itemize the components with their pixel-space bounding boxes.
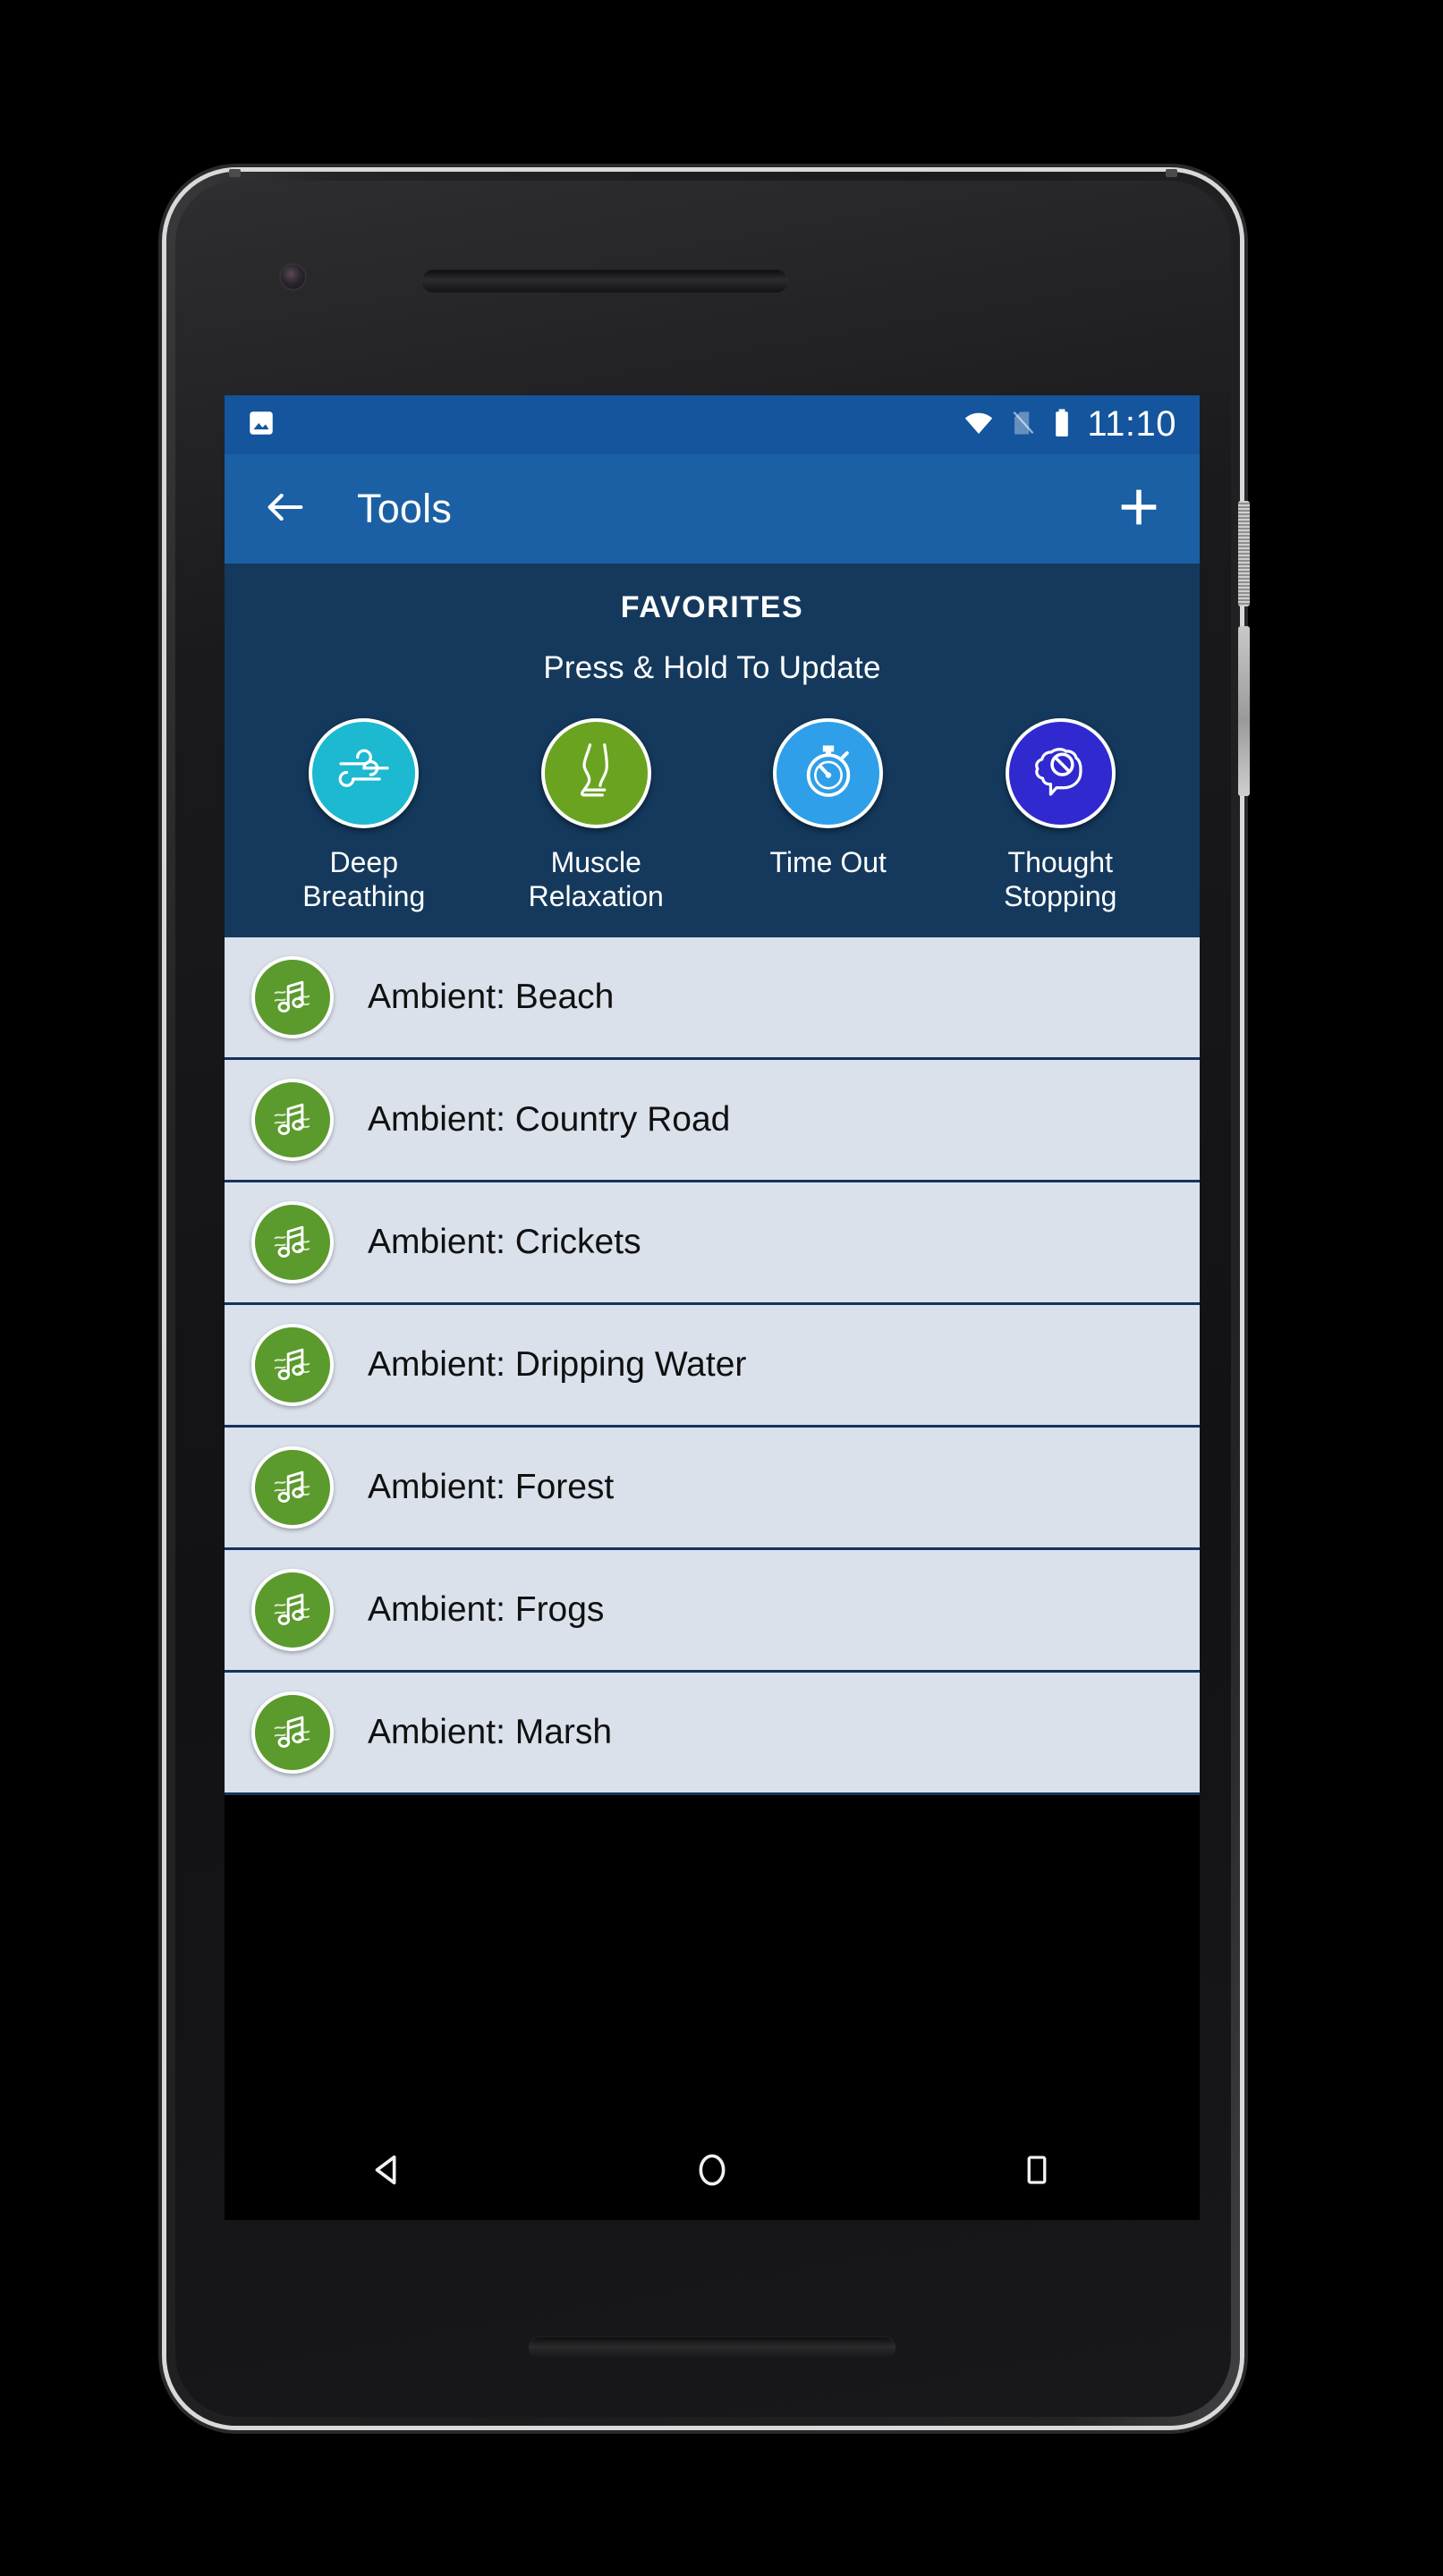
favorite-muscle-relaxation[interactable]: Muscle Relaxation	[497, 718, 694, 914]
wind-icon	[329, 736, 399, 810]
favorite-icon-circle	[1005, 718, 1116, 828]
status-bar-system-icons: 11:10	[962, 406, 1176, 444]
tools-list: Ambient: Beach Ambient: Country Road Amb…	[225, 936, 1200, 1795]
list-item-label: Ambient: Dripping Water	[368, 1344, 747, 1384]
battery-full-icon	[1051, 408, 1073, 443]
nav-recents-button[interactable]	[974, 2123, 1099, 2220]
list-item-label: Ambient: Crickets	[368, 1222, 641, 1261]
status-bar-notifications	[246, 408, 276, 443]
favorite-icon-circle	[773, 718, 884, 828]
android-nav-bar	[225, 2123, 1200, 2220]
favorite-label: Thought Stopping	[1004, 846, 1117, 912]
list-item[interactable]: Ambient: Marsh	[225, 1672, 1200, 1795]
music-note-icon	[251, 1078, 334, 1161]
page-title: Tools	[357, 486, 453, 531]
back-button[interactable]	[257, 480, 314, 538]
stopwatch-icon	[795, 738, 862, 809]
no-sim-icon	[1010, 408, 1037, 443]
music-note-icon	[251, 955, 334, 1038]
favorite-time-out[interactable]: Time Out	[730, 718, 927, 880]
arrow-back-icon	[262, 484, 309, 535]
power-button[interactable]	[1238, 501, 1250, 606]
list-item[interactable]: Ambient: Frogs	[225, 1549, 1200, 1673]
list-item[interactable]: Ambient: Country Road	[225, 1059, 1200, 1182]
favorite-thought-stopping[interactable]: Thought Stopping	[962, 718, 1159, 914]
music-note-icon	[251, 1568, 334, 1651]
status-bar-clock: 11:10	[1087, 404, 1176, 444]
favorite-label: Muscle Relaxation	[528, 846, 664, 912]
favorite-label: Deep Breathing	[302, 846, 426, 912]
wifi-icon	[962, 408, 996, 443]
favorites-panel: FAVORITES Press & Hold To Update Deep Br…	[225, 564, 1200, 937]
earpiece-speaker	[421, 269, 788, 292]
list-item-label: Ambient: Frogs	[368, 1589, 605, 1629]
nav-recents-square-icon	[1018, 2151, 1056, 2193]
music-note-icon	[251, 1323, 334, 1406]
nav-home-circle-icon	[692, 2149, 733, 2195]
favorites-subheading: Press & Hold To Update	[543, 650, 881, 685]
phone-device: 11:10 Tools FAVORITES Press & Hold To Up…	[166, 169, 1250, 2426]
nav-home-button[interactable]	[649, 2123, 775, 2220]
add-button[interactable]	[1110, 480, 1167, 538]
antenna-band-left	[229, 169, 241, 177]
app-bar: Tools	[225, 454, 1200, 564]
front-camera	[281, 265, 305, 289]
music-note-icon	[251, 1690, 334, 1774]
antenna-band-right	[1166, 169, 1177, 177]
favorite-label: Time Out	[769, 846, 887, 878]
screenshot-stage: 11:10 Tools FAVORITES Press & Hold To Up…	[0, 0, 1443, 2576]
nav-back-triangle-icon	[367, 2149, 408, 2195]
plus-icon	[1113, 481, 1165, 538]
image-notification-icon	[246, 408, 276, 443]
music-note-icon	[251, 1200, 334, 1284]
nav-back-button[interactable]	[325, 2123, 450, 2220]
favorite-icon-circle	[309, 718, 420, 828]
list-item[interactable]: Ambient: Beach	[225, 936, 1200, 1060]
phone-bezel: 11:10 Tools FAVORITES Press & Hold To Up…	[175, 181, 1231, 2417]
bottom-speaker	[529, 2336, 896, 2360]
list-item-label: Ambient: Country Road	[368, 1099, 731, 1139]
list-item-label: Ambient: Forest	[368, 1467, 615, 1506]
music-note-icon	[251, 1445, 334, 1529]
favorite-icon-circle	[540, 718, 651, 828]
leg-icon	[561, 736, 631, 810]
list-item[interactable]: Ambient: Dripping Water	[225, 1304, 1200, 1428]
list-item[interactable]: Ambient: Forest	[225, 1427, 1200, 1550]
phone-screen: 11:10 Tools FAVORITES Press & Hold To Up…	[225, 395, 1200, 2220]
favorites-heading: FAVORITES	[620, 590, 804, 624]
list-item[interactable]: Ambient: Crickets	[225, 1182, 1200, 1305]
favorites-row: Deep Breathing Muscle Relaxation Time Ou…	[225, 718, 1200, 914]
list-item-label: Ambient: Marsh	[368, 1712, 613, 1751]
volume-rocker-button[interactable]	[1238, 626, 1250, 796]
list-item-label: Ambient: Beach	[368, 977, 615, 1016]
status-bar: 11:10	[225, 395, 1200, 454]
favorite-deep-breathing[interactable]: Deep Breathing	[266, 718, 463, 914]
brain-block-icon	[1025, 736, 1095, 810]
